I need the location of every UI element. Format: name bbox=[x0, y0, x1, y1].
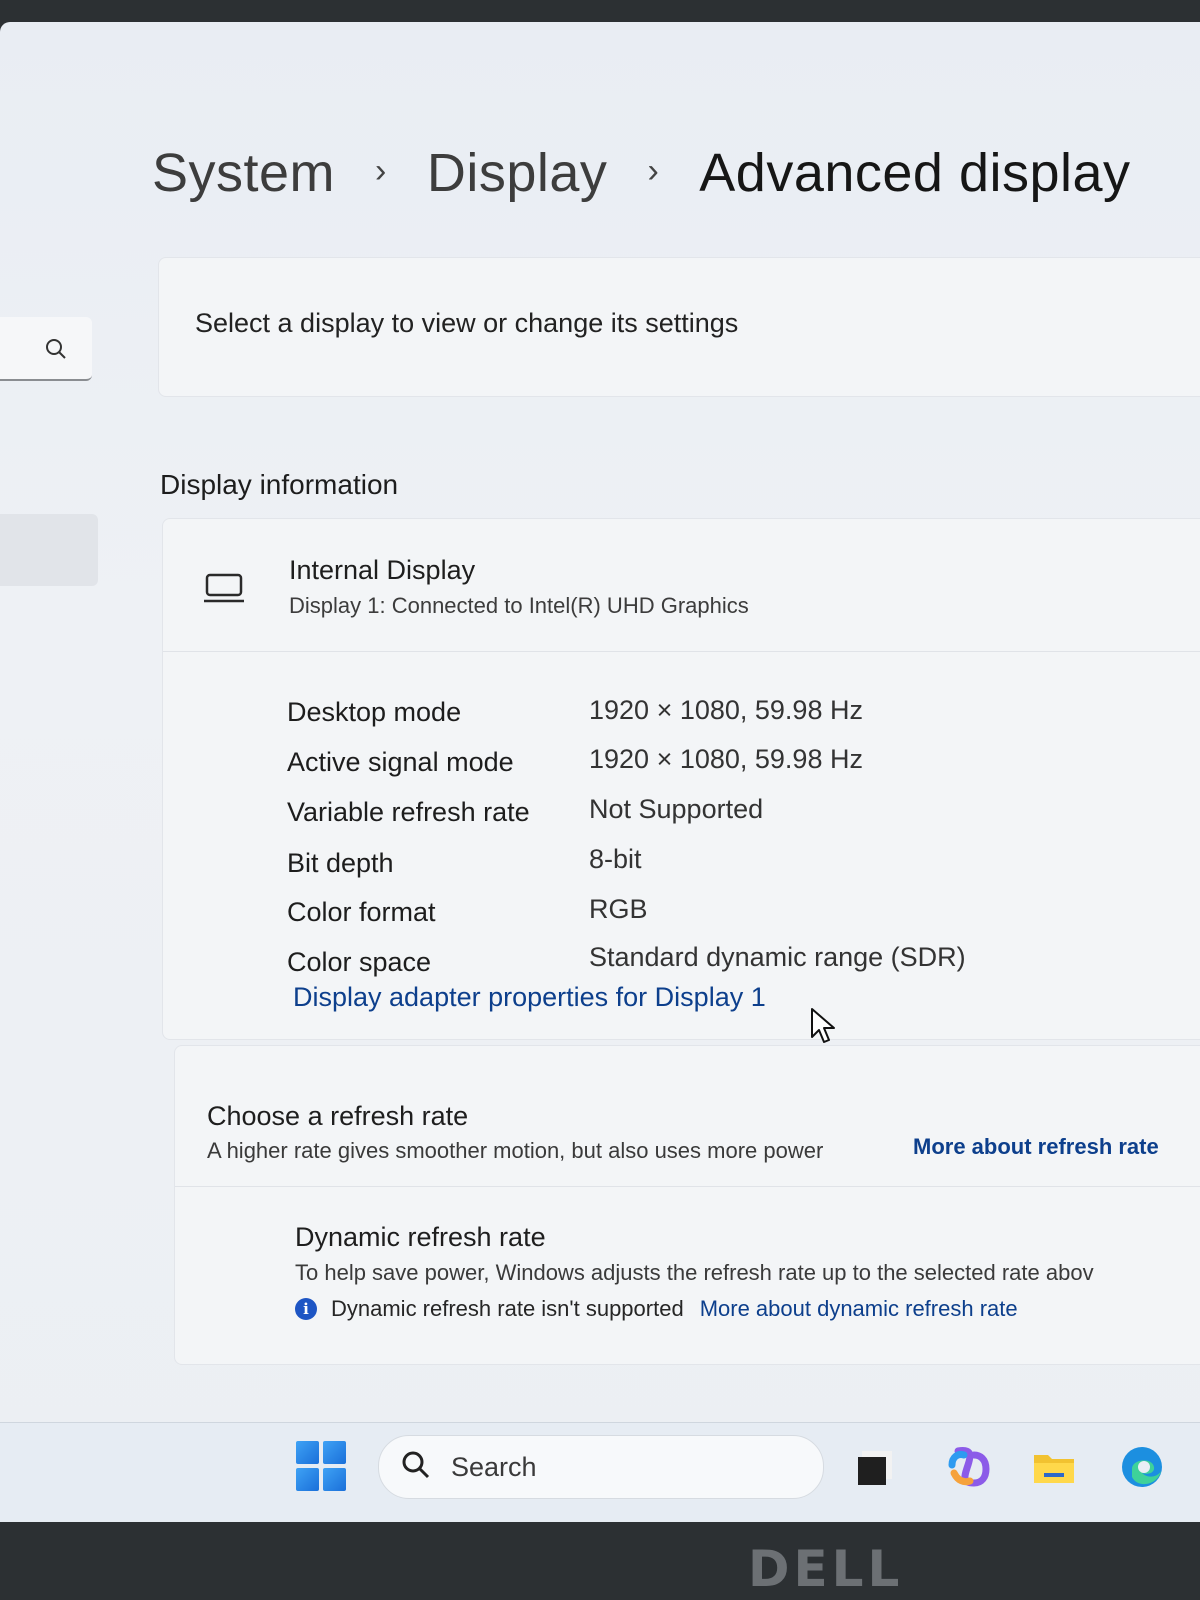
taskbar-search-label: Search bbox=[451, 1451, 537, 1482]
sidebar-item-selected[interactable] bbox=[0, 514, 98, 586]
refresh-rate-card: Choose a refresh rate A higher rate give… bbox=[174, 1045, 1200, 1365]
property-label: Color space bbox=[287, 947, 432, 977]
search-icon bbox=[401, 1450, 431, 1485]
settings-window: System › Display › Advanced display Sele… bbox=[0, 22, 1200, 1522]
dynamic-refresh-title: Dynamic refresh rate bbox=[295, 1222, 546, 1252]
dynamic-refresh-description: To help save power, Windows adjusts the … bbox=[295, 1260, 1094, 1285]
settings-search-input[interactable] bbox=[0, 317, 92, 381]
taskbar-search[interactable]: Search bbox=[378, 1435, 824, 1499]
property-value: 1920 × 1080, 59.98 Hz bbox=[589, 695, 863, 725]
property-label: Bit depth bbox=[287, 848, 394, 878]
property-value: 8-bit bbox=[589, 844, 642, 874]
section-title: Display information bbox=[160, 469, 399, 500]
select-display-text: Select a display to view or change its s… bbox=[195, 308, 739, 338]
task-view-icon[interactable] bbox=[852, 1443, 900, 1491]
more-about-refresh-rate-link[interactable]: More about refresh rate bbox=[913, 1134, 1159, 1160]
property-label: Variable refresh rate bbox=[287, 797, 530, 827]
refresh-rate-title: Choose a refresh rate bbox=[207, 1101, 469, 1131]
edge-icon[interactable] bbox=[1118, 1443, 1166, 1491]
dell-logo: DELL bbox=[748, 1540, 904, 1598]
taskbar: Search bbox=[0, 1422, 1200, 1522]
breadcrumb: System › Display › Advanced display bbox=[152, 142, 1131, 204]
property-label: Color format bbox=[287, 897, 436, 927]
chevron-right-icon: › bbox=[375, 151, 387, 190]
display-name: Internal Display bbox=[289, 555, 476, 585]
choose-refresh-rate-row[interactable]: Choose a refresh rate A higher rate give… bbox=[175, 1046, 1200, 1187]
display-information-card: Internal Display Display 1: Connected to… bbox=[162, 518, 1200, 1040]
copilot-icon[interactable] bbox=[944, 1443, 992, 1491]
display-header[interactable]: Internal Display Display 1: Connected to… bbox=[163, 519, 1200, 652]
dynamic-refresh-note: Dynamic refresh rate isn't supported bbox=[331, 1296, 684, 1321]
mouse-cursor-icon bbox=[810, 1007, 838, 1050]
property-value: Standard dynamic range (SDR) bbox=[589, 942, 966, 972]
property-label: Active signal mode bbox=[287, 747, 514, 777]
display-subtitle: Display 1: Connected to Intel(R) UHD Gra… bbox=[289, 593, 749, 618]
info-icon: i bbox=[295, 1298, 317, 1320]
laptop-icon bbox=[203, 572, 245, 609]
search-icon bbox=[44, 337, 68, 366]
breadcrumb-display[interactable]: Display bbox=[427, 142, 608, 204]
property-value: RGB bbox=[589, 894, 648, 924]
display-adapter-properties-link[interactable]: Display adapter properties for Display 1 bbox=[293, 982, 766, 1013]
start-icon[interactable] bbox=[296, 1441, 346, 1491]
refresh-rate-description: A higher rate gives smoother motion, but… bbox=[207, 1138, 824, 1163]
more-about-dynamic-refresh-link[interactable]: More about dynamic refresh rate bbox=[700, 1296, 1018, 1322]
dynamic-refresh-info: i Dynamic refresh rate isn't supported M… bbox=[295, 1296, 1018, 1322]
page-title: Advanced display bbox=[699, 143, 1131, 203]
select-display-card[interactable]: Select a display to view or change its s… bbox=[158, 257, 1200, 397]
property-value: 1920 × 1080, 59.98 Hz bbox=[589, 744, 863, 774]
breadcrumb-system[interactable]: System bbox=[152, 142, 335, 204]
chevron-right-icon: › bbox=[647, 151, 660, 190]
file-explorer-icon[interactable] bbox=[1030, 1443, 1078, 1491]
property-value: Not Supported bbox=[589, 794, 764, 824]
property-label: Desktop mode bbox=[287, 697, 462, 727]
